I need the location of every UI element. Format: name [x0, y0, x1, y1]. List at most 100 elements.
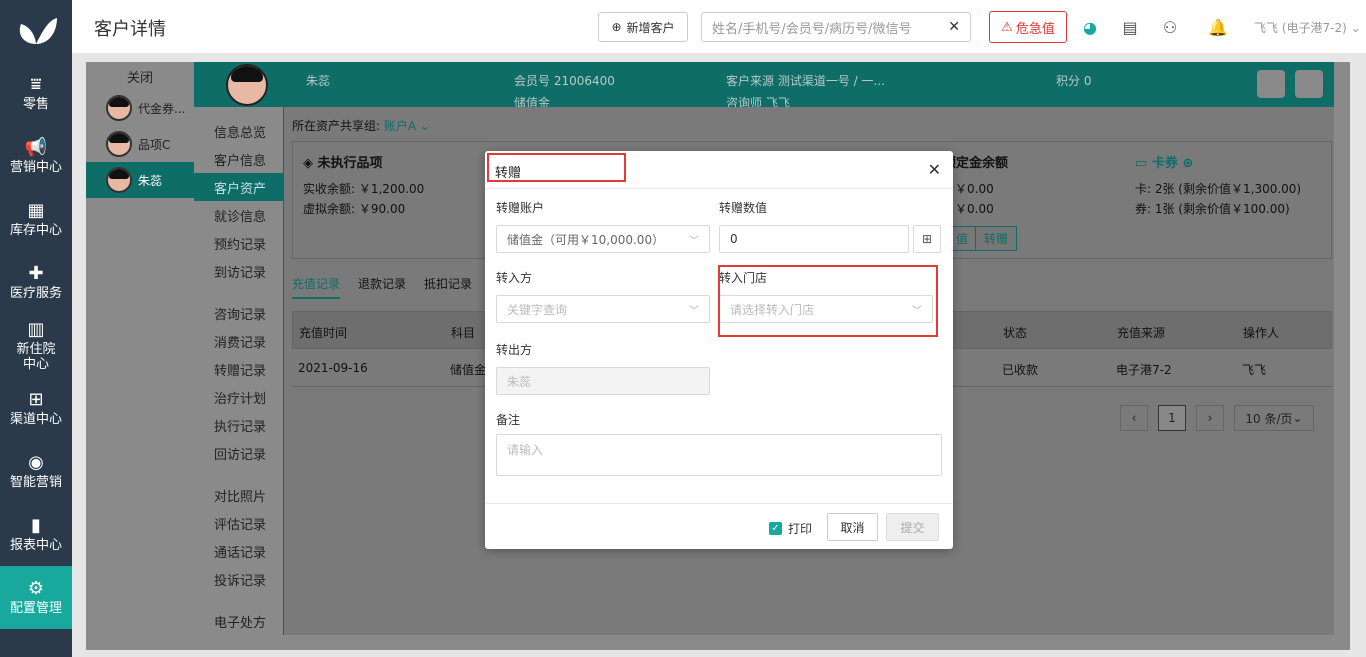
prev-page-button[interactable]: ‹ [1120, 405, 1148, 431]
transfer-amount-input[interactable]: 0 [719, 225, 909, 253]
recipient-label: 转入方 [496, 271, 533, 285]
nav-channel[interactable]: ⊞ 渠道中心 [0, 377, 72, 440]
submenu-item[interactable]: 对比照片 [194, 481, 283, 509]
chevron-down-icon: ﹀ [689, 305, 699, 317]
tab-recharge[interactable]: 充值记录 [292, 275, 341, 299]
users-icon[interactable]: ⚇ [1158, 15, 1182, 39]
customer-tab[interactable]: 品项C [86, 126, 194, 162]
transfer-account-select[interactable]: 储值金（可用￥10,000.00） ﹀ [496, 225, 710, 253]
submenu-item-selected[interactable]: 客户资产 [194, 173, 283, 201]
nav-config[interactable]: ⚙ 配置管理 [0, 566, 72, 629]
share-group: 所在资产共享组: 账户A ⌄ [292, 119, 430, 133]
org-chart-icon: ⊞ [28, 389, 44, 410]
sidebar: ⩸ 零售 📢 营销中心 ▦ 库存中心 ✚ 医疗服务 ▥ 新住院中心 ⊞ 渠道中心 ◉ 智能营销… [0, 0, 72, 657]
transfer-account-label: 转赠账户 [496, 201, 545, 215]
grid-icon: ▦ [27, 200, 45, 221]
submenu-item[interactable]: 客户信息 [194, 145, 283, 173]
col-recharge-time[interactable]: 充值时间 [299, 324, 347, 341]
pending-items-title: ◈ 未执行品项 [303, 156, 383, 171]
checkmark-icon: ✓ [769, 522, 782, 535]
user-store-menu[interactable]: 飞飞 (电子港7-2) ⌄ [1254, 19, 1361, 36]
submenu-item[interactable]: 信息总览 [194, 117, 283, 145]
new-customer-button[interactable]: ⊕ 新增客户 [598, 12, 688, 42]
pagination: ‹ 1 › 10 条/页 ⌄ [1120, 405, 1314, 431]
retail-icon: ⩸ [30, 74, 42, 95]
close-icon[interactable]: ✕ [928, 160, 941, 179]
customer-search-input[interactable]: 姓名/手机号/会员号/病历号/微信号 ✕ [701, 12, 971, 42]
notes-icon[interactable]: ▤ [1118, 15, 1142, 39]
megaphone-icon: 📢 [24, 137, 48, 158]
nav-medical[interactable]: ✚ 医疗服务 [0, 251, 72, 314]
submenu-item[interactable]: 转赠记录 [194, 355, 283, 383]
submenu-item[interactable]: 回访记录 [194, 439, 283, 467]
clear-search-icon[interactable]: ✕ [948, 19, 960, 35]
nav-inpatient[interactable]: ▥ 新住院中心 [0, 314, 72, 377]
submenu-item[interactable]: 咨询记录 [194, 299, 283, 327]
recipient-search-select[interactable]: 关键字查询 ﹀ [496, 295, 710, 323]
nav-marketing[interactable]: 📢 营销中心 [0, 125, 72, 188]
next-page-button[interactable]: › [1196, 405, 1224, 431]
submenu-item[interactable]: 消费记录 [194, 327, 283, 355]
submenu-item[interactable]: 通话记录 [194, 537, 283, 565]
horizontal-scrollbar[interactable] [86, 635, 1350, 650]
bell-icon[interactable]: 🔔 [1206, 15, 1230, 39]
wechat-contact-button[interactable] [1257, 70, 1285, 98]
submenu-item[interactable]: 投诉记录 [194, 565, 283, 593]
nav-retail[interactable]: ⩸ 零售 [0, 62, 72, 125]
dialog-footer: ✓ 打印 取消 提交 [485, 503, 953, 549]
nav-reports[interactable]: ▮ 报表中心 [0, 503, 72, 566]
col-status[interactable]: 状态 [1003, 324, 1027, 341]
submenu-item[interactable]: 执行记录 [194, 411, 283, 439]
customer-tab-selected[interactable]: 朱蕊 [86, 162, 194, 198]
transfer-button[interactable]: 转赠 [975, 226, 1018, 251]
nav-smart-marketing[interactable]: ◉ 智能营销 [0, 440, 72, 503]
col-operator: 操作人 [1243, 326, 1280, 340]
submit-button[interactable]: 提交 [886, 513, 939, 541]
org-tree-icon[interactable]: ⊞ [913, 225, 941, 253]
chevron-down-icon: ⌄ [1292, 411, 1303, 425]
tab-refund[interactable]: 退款记录 [358, 275, 406, 299]
record-tabs: 充值记录 退款记录 抵扣记录 [292, 275, 472, 299]
chevron-down-icon: ⌄ [416, 119, 430, 133]
app-logo[interactable] [0, 0, 72, 62]
page-title: 客户详情 [94, 19, 166, 40]
card-coupon-title: ▭ 卡券 ⊕ [1135, 156, 1194, 171]
submenu-item[interactable]: 到访记录 [194, 257, 283, 285]
customer-name: 朱蕊 [306, 74, 331, 88]
submenu-item[interactable]: 预约记录 [194, 229, 283, 257]
sender-label: 转出方 [496, 343, 533, 357]
account-selector[interactable]: 账户A [384, 119, 416, 133]
wechat-icon[interactable]: ◕ [1078, 15, 1102, 39]
page-size-select[interactable]: 10 条/页 ⌄ [1234, 405, 1314, 431]
remark-textarea[interactable]: 请输入 [496, 434, 942, 476]
submenu-item[interactable]: 电子处方 [194, 607, 283, 635]
avatar [106, 95, 132, 121]
cancel-button[interactable]: 取消 [827, 513, 878, 541]
plus-circle-icon: ⊕ [611, 20, 622, 34]
close-tabs-button[interactable]: 关闭 [86, 62, 194, 90]
points: 积分 0 [1056, 74, 1092, 88]
print-checkbox[interactable]: ✓ 打印 [769, 520, 812, 537]
submenu-item[interactable]: 就诊信息 [194, 201, 283, 229]
customer-submenu: 信息总览 客户信息 客户资产 就诊信息 预约记录 到访记录 咨询记录 消费记录 … [194, 107, 284, 635]
plus-icon[interactable]: ⊕ [1182, 156, 1193, 171]
submenu-item[interactable]: 评估记录 [194, 509, 283, 537]
phone-button[interactable] [1295, 70, 1323, 98]
coupon-summary: 券: 1张 (剩余价值￥100.00) [1135, 202, 1290, 216]
warning-icon: ⚠ [1001, 19, 1013, 35]
card-summary: 卡: 2张 (剩余价值￥1,300.00) [1135, 182, 1302, 196]
page-number[interactable]: 1 [1158, 405, 1186, 431]
submenu-item[interactable]: 治疗计划 [194, 383, 283, 411]
vertical-scrollbar[interactable] [1334, 62, 1350, 635]
tab-deduct[interactable]: 抵扣记录 [424, 275, 472, 299]
sender-field: 朱蕊 [496, 367, 710, 395]
dialog-header: 转赠 ✕ [485, 151, 953, 189]
actual-balance: 实收余额: ￥1,200.00 [303, 182, 425, 196]
customer-source: 客户来源 测试渠道一号 / 一... [726, 74, 885, 88]
deposit-value: ￥0.00 [955, 182, 994, 196]
customer-tab[interactable]: 代金券... [86, 90, 194, 126]
chevron-down-icon: ⌄ [1350, 21, 1361, 35]
danger-value-button[interactable]: ⚠ 危急值 [989, 11, 1067, 43]
nav-inventory[interactable]: ▦ 库存中心 [0, 188, 72, 251]
col-subject: 科目 [451, 326, 476, 340]
